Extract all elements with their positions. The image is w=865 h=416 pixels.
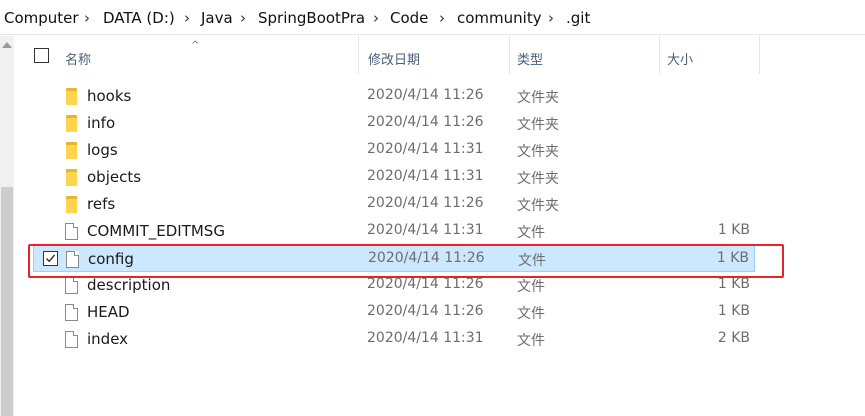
breadcrumb-item-code[interactable]: Code: [390, 9, 428, 27]
file-type: 文件夹: [517, 144, 559, 160]
breadcrumb-item-java[interactable]: Java: [201, 9, 233, 27]
folder-icon: [66, 115, 77, 132]
file-type: 文件夹: [517, 117, 559, 133]
file-icon: [65, 304, 78, 321]
chevron-right-icon[interactable]: ›: [240, 9, 246, 27]
chevron-right-icon[interactable]: ›: [439, 9, 445, 27]
file-size: 2 KB: [717, 330, 750, 346]
file-name: index: [87, 330, 129, 348]
file-type: 文件夹: [517, 171, 559, 187]
file-name: logs: [87, 141, 118, 159]
breadcrumb-item-community[interactable]: community: [457, 9, 542, 27]
file-type: 文件夹: [517, 198, 559, 214]
breadcrumb-item-data-drive[interactable]: DATA (D:): [103, 9, 175, 27]
breadcrumb-item-git[interactable]: .git: [566, 9, 590, 27]
file-type: 文件夹: [517, 90, 559, 106]
chevron-right-icon[interactable]: ›: [184, 9, 190, 27]
file-row-objects[interactable]: objects 2020/4/14 11:31 文件夹: [33, 164, 755, 191]
file-icon: [65, 331, 78, 348]
file-size: 1 KB: [717, 222, 750, 238]
file-size: 1 KB: [717, 276, 750, 292]
file-icon: [65, 223, 78, 240]
file-date: 2020/4/14 11:31: [367, 168, 484, 184]
file-date: 2020/4/14 11:31: [367, 330, 484, 346]
sort-ascending-icon: ^: [191, 40, 200, 51]
chevron-right-icon[interactable]: ›: [84, 9, 90, 27]
file-row-hooks[interactable]: hooks 2020/4/14 11:26 文件夹: [33, 83, 755, 110]
breadcrumb-item-springbootpra[interactable]: SpringBootPra: [258, 9, 365, 27]
file-date: 2020/4/14 11:26: [367, 195, 484, 211]
file-name: description: [87, 276, 171, 294]
address-bar[interactable]: Computer › DATA (D:) › Java › SpringBoot…: [0, 0, 865, 35]
breadcrumb-item-computer[interactable]: Computer: [4, 9, 79, 27]
red-highlight-annotation: [28, 244, 784, 278]
column-label-size: 大小: [667, 53, 694, 68]
column-header-type[interactable]: 类型: [510, 36, 660, 74]
column-label-type: 类型: [517, 53, 544, 68]
chevron-right-icon[interactable]: ›: [373, 9, 379, 27]
folder-icon: [66, 196, 77, 213]
column-label-date: 修改日期: [368, 53, 421, 68]
column-header-date[interactable]: 修改日期: [359, 36, 510, 74]
file-type: 文件: [517, 333, 545, 349]
file-date: 2020/4/14 11:31: [367, 222, 484, 238]
file-type: 文件: [517, 225, 545, 241]
file-name: hooks: [87, 87, 132, 105]
file-name: refs: [87, 195, 116, 213]
scroll-up-arrow-icon[interactable]: [2, 42, 12, 48]
file-name: info: [87, 114, 116, 132]
file-name: HEAD: [87, 303, 130, 321]
file-type: 文件: [517, 279, 545, 295]
file-date: 2020/4/14 11:26: [367, 276, 484, 292]
file-date: 2020/4/14 11:26: [367, 114, 484, 130]
scrollbar-thumb[interactable]: [1, 187, 13, 416]
file-row-refs[interactable]: refs 2020/4/14 11:26 文件夹: [33, 191, 755, 218]
file-icon: [65, 277, 78, 294]
column-header-size[interactable]: 大小: [660, 36, 760, 74]
folder-icon: [66, 142, 77, 159]
folder-icon: [66, 169, 77, 186]
column-header: 名称 修改日期 类型 大小: [24, 36, 865, 74]
chevron-right-icon[interactable]: ›: [548, 9, 554, 27]
file-name: objects: [87, 168, 142, 186]
file-date: 2020/4/14 11:31: [367, 141, 484, 157]
file-date: 2020/4/14 11:26: [367, 303, 484, 319]
file-type: 文件: [517, 306, 545, 322]
file-row-logs[interactable]: logs 2020/4/14 11:31 文件夹: [33, 137, 755, 164]
file-row-commit-editmsg[interactable]: COMMIT_EDITMSG 2020/4/14 11:31 文件 1 KB: [33, 218, 755, 245]
file-row-head[interactable]: HEAD 2020/4/14 11:26 文件 1 KB: [33, 299, 755, 326]
file-row-info[interactable]: info 2020/4/14 11:26 文件夹: [33, 110, 755, 137]
file-name: COMMIT_EDITMSG: [87, 222, 225, 240]
file-row-index[interactable]: index 2020/4/14 11:31 文件 2 KB: [33, 326, 755, 353]
file-date: 2020/4/14 11:26: [367, 87, 484, 103]
column-label-name: 名称: [65, 53, 92, 68]
folder-icon: [66, 88, 77, 105]
file-size: 1 KB: [717, 303, 750, 319]
